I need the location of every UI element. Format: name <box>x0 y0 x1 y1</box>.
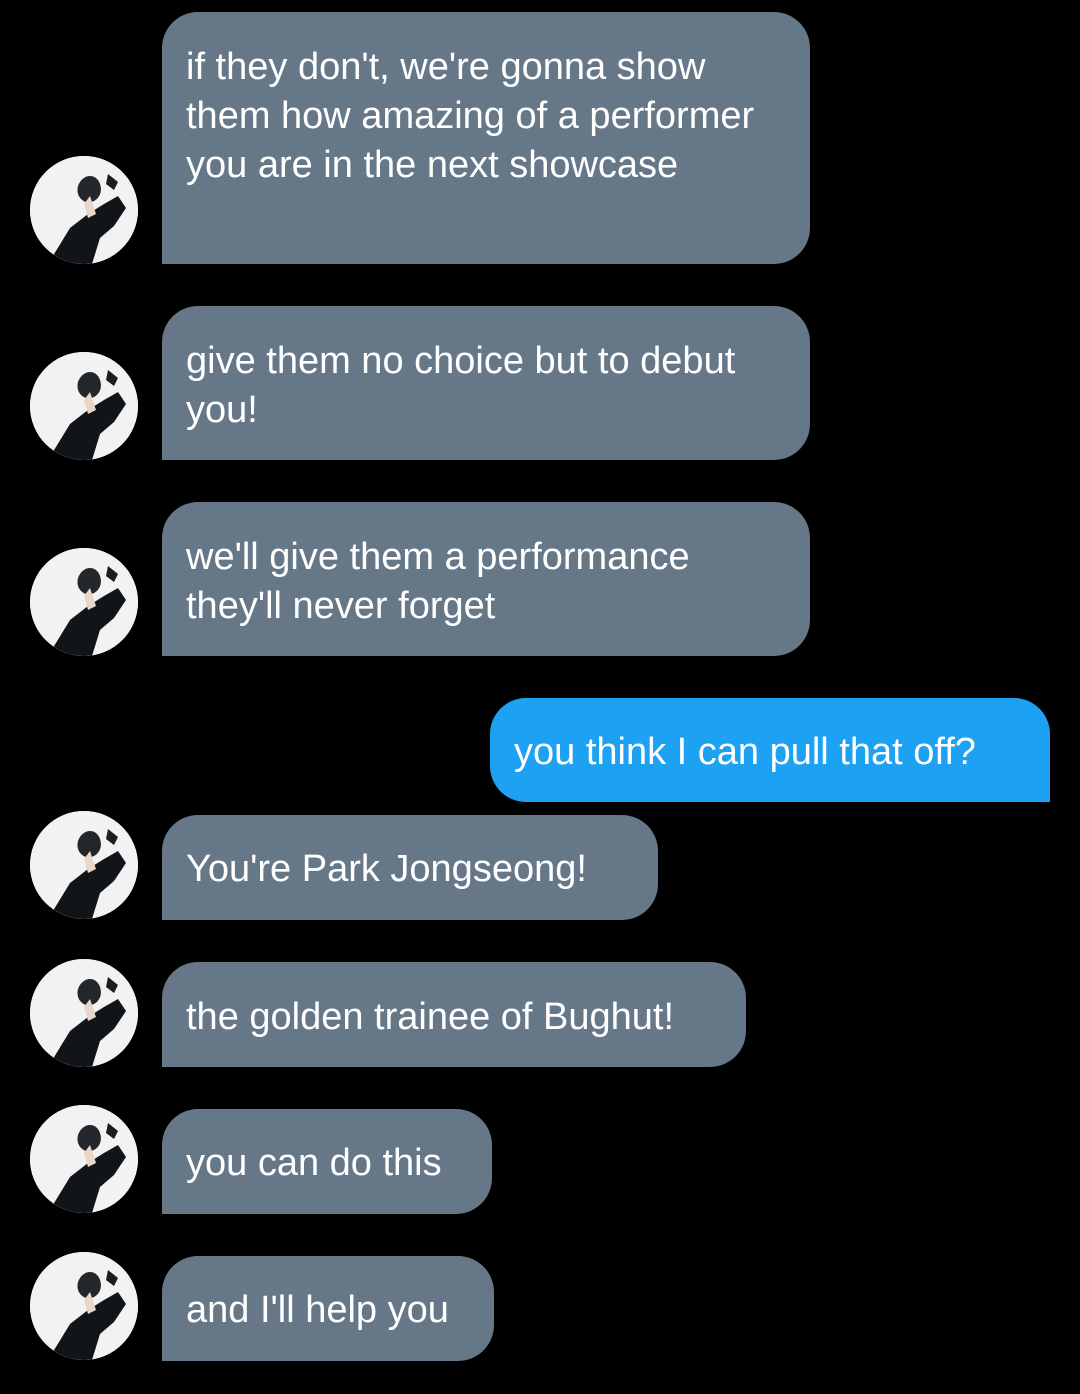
avatar-photo-icon <box>30 548 138 656</box>
avatar-photo-icon <box>30 156 138 264</box>
contact-avatar[interactable] <box>30 1252 138 1360</box>
incoming-message-bubble[interactable]: give them no choice but to debut you! <box>162 306 810 460</box>
contact-avatar[interactable] <box>30 352 138 460</box>
avatar-photo-icon <box>30 1105 138 1213</box>
avatar-photo-icon <box>30 352 138 460</box>
message-text: You're Park Jongseong! <box>186 848 587 890</box>
message-text: you can do this <box>186 1142 442 1184</box>
avatar-photo-icon <box>30 811 138 919</box>
incoming-message-bubble[interactable]: you can do this <box>162 1109 492 1214</box>
message-text: you think I can pull that off? <box>514 731 976 773</box>
contact-avatar[interactable] <box>30 811 138 919</box>
contact-avatar[interactable] <box>30 548 138 656</box>
incoming-message-bubble[interactable]: and I'll help you <box>162 1256 494 1361</box>
avatar-photo-icon <box>30 1252 138 1360</box>
avatar-photo-icon <box>30 959 138 1067</box>
message-text: we'll give them a performance they'll ne… <box>186 536 690 627</box>
incoming-message-bubble[interactable]: the golden trainee of Bughut! <box>162 962 746 1067</box>
message-text: give them no choice but to debut you! <box>186 340 736 431</box>
contact-avatar[interactable] <box>30 959 138 1067</box>
contact-avatar[interactable] <box>30 1105 138 1213</box>
incoming-message-bubble[interactable]: we'll give them a performance they'll ne… <box>162 502 810 656</box>
message-text: and I'll help you <box>186 1289 449 1331</box>
contact-avatar[interactable] <box>30 156 138 264</box>
incoming-message-bubble[interactable]: if they don't, we're gonna show them how… <box>162 12 810 264</box>
outgoing-message-bubble[interactable]: you think I can pull that off? <box>490 698 1050 802</box>
incoming-message-bubble[interactable]: You're Park Jongseong! <box>162 815 658 920</box>
message-text: if they don't, we're gonna show them how… <box>186 46 755 186</box>
message-text: the golden trainee of Bughut! <box>186 996 675 1038</box>
